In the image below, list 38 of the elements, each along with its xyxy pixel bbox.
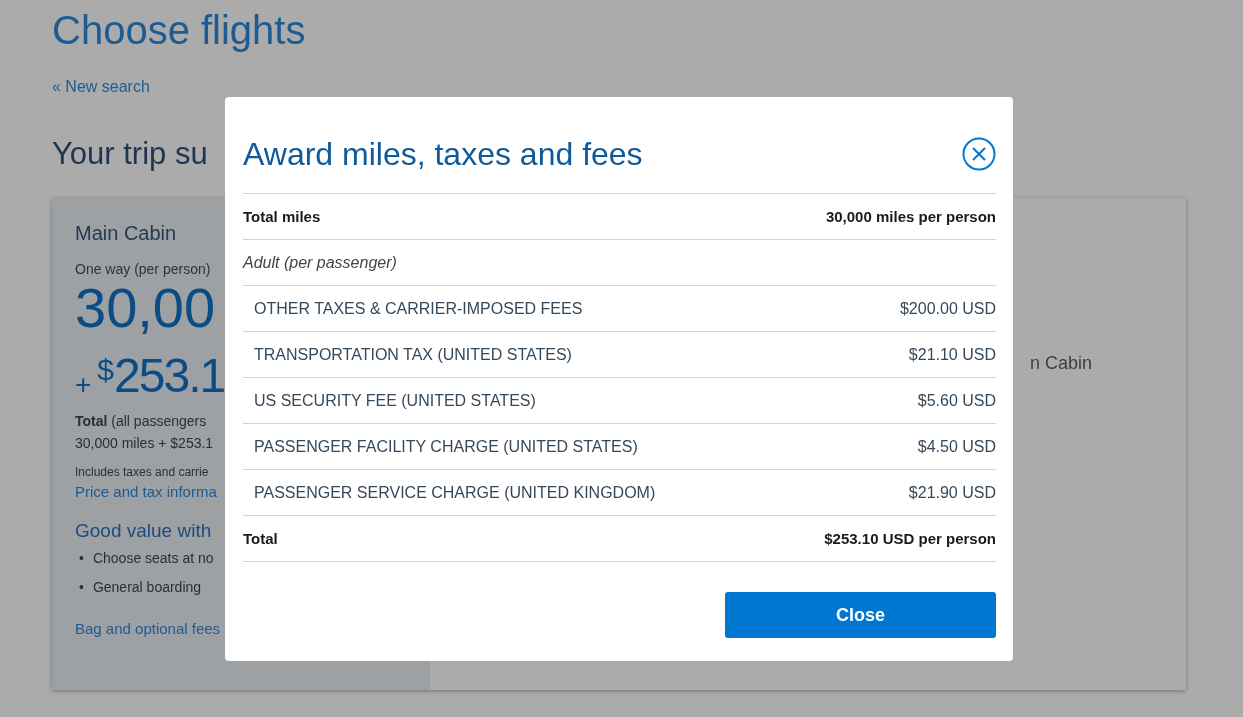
- price-prefix: +: [75, 369, 92, 401]
- fee-name: PASSENGER FACILITY CHARGE (UNITED STATES): [253, 437, 638, 456]
- fee-amount: $21.10 USD: [908, 345, 996, 364]
- fee-name: US SECURITY FEE (UNITED STATES): [253, 391, 536, 410]
- bullet-marker: •: [79, 549, 84, 568]
- miles-amount: 30,00: [75, 277, 216, 339]
- total-value: 30,000 miles + $253.1: [75, 435, 214, 451]
- group-label: Adult (per passenger): [243, 253, 397, 272]
- fee-name: OTHER TAXES & CARRIER-IMPOSED FEES: [253, 299, 583, 318]
- page-title: Choose flights: [52, 8, 306, 52]
- fee-amount: $21.90 USD: [908, 483, 996, 502]
- trip-type: One way (per person): [75, 261, 211, 277]
- dialog-title: Award miles, taxes and fees: [243, 135, 643, 173]
- price-amount: 253.1: [114, 348, 225, 404]
- new-search-link[interactable]: « New search: [52, 78, 150, 96]
- currency-symbol: $: [97, 353, 115, 386]
- summary-label: Total: [243, 530, 278, 547]
- summary-value: $253.10 USD per person: [824, 530, 996, 547]
- fees-link[interactable]: Bag and optional fees: [75, 620, 221, 637]
- total-label: Total (all passengers: [75, 413, 207, 429]
- fee-name: TRANSPORTATION TAX (UNITED STATES): [253, 345, 572, 364]
- cabin-name: Main Cabin: [75, 222, 177, 245]
- fee-amount: $4.50 USD: [917, 437, 996, 456]
- benefit-item: General boarding: [92, 578, 202, 597]
- summary-label: Total miles: [243, 208, 321, 225]
- includes-note: Includes taxes and carrie: [75, 465, 209, 479]
- fee-amount: $200.00 USD: [899, 299, 996, 318]
- cabin-name: n Cabin: [1030, 353, 1093, 373]
- summary-value: 30,000 miles per person: [825, 208, 996, 225]
- benefit-item: Choose seats at no: [92, 549, 214, 568]
- benefits-title: Good value with: [75, 520, 212, 542]
- price-info-link[interactable]: Price and tax informa: [75, 483, 217, 500]
- close-button[interactable]: Close: [725, 592, 996, 638]
- section-title: Your trip su: [52, 136, 208, 172]
- close-icon[interactable]: [962, 137, 996, 171]
- fee-amount: $5.60 USD: [917, 391, 996, 410]
- bullet-marker: •: [79, 578, 84, 597]
- fee-name: PASSENGER SERVICE CHARGE (UNITED KINGDOM): [253, 483, 656, 502]
